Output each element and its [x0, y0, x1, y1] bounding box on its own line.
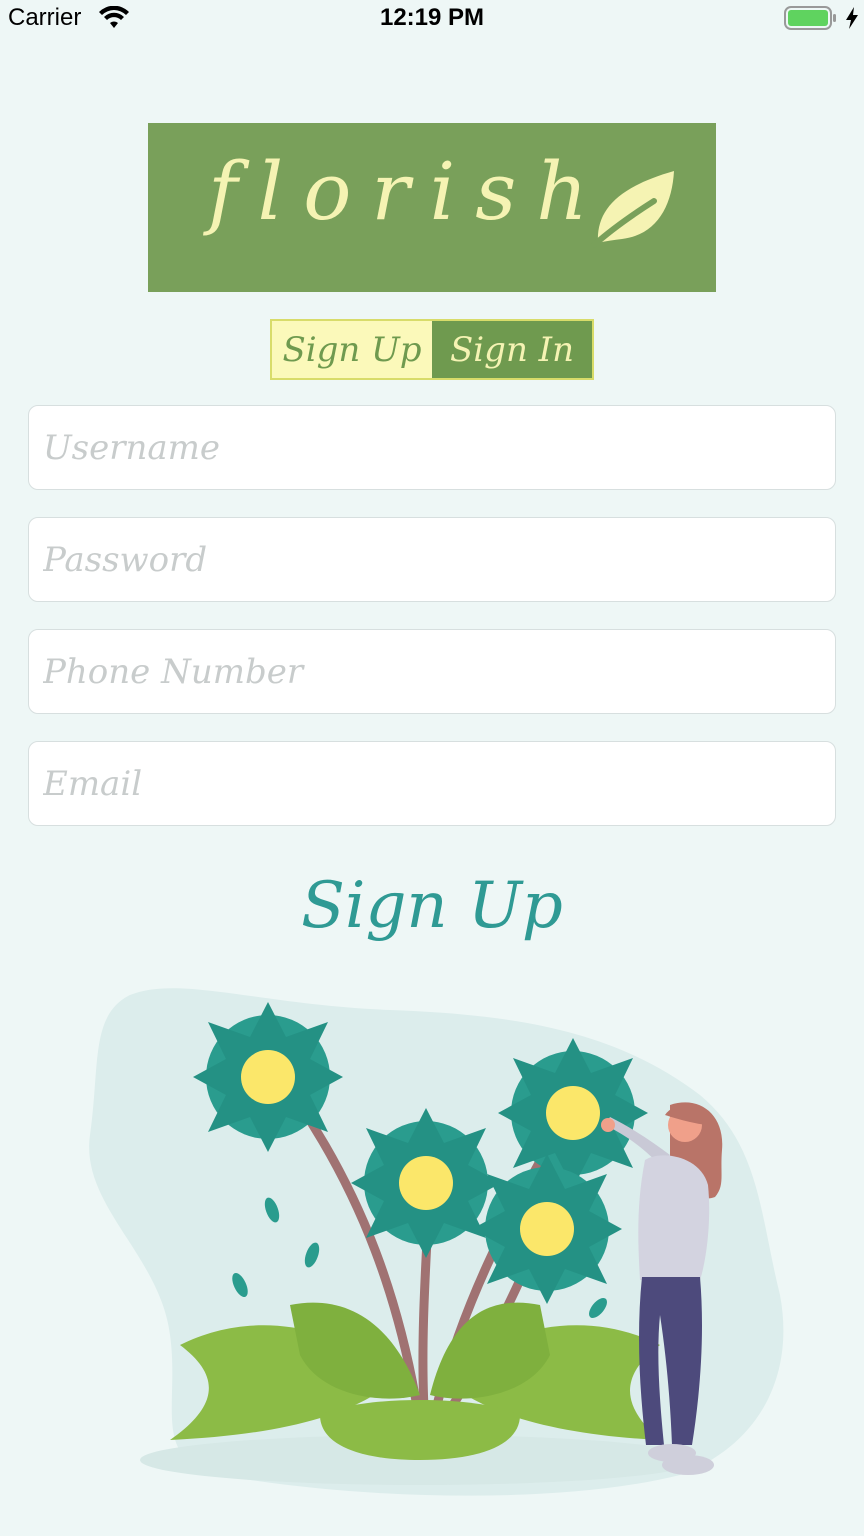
logo-text: florish [208, 145, 608, 238]
charging-icon [846, 7, 858, 29]
email-field[interactable] [28, 741, 836, 826]
tab-sign-up[interactable]: Sign Up [272, 321, 432, 378]
woman-picking-flowers-illustration [89, 988, 784, 1496]
phone-number-field[interactable] [28, 629, 836, 714]
password-field[interactable] [28, 517, 836, 602]
username-field[interactable] [28, 405, 836, 490]
battery-icon [784, 6, 836, 30]
app-logo: florish [148, 123, 716, 292]
clock: 12:19 PM [379, 4, 485, 31]
sign-up-button[interactable]: Sign Up [0, 856, 864, 956]
tab-sign-in[interactable]: Sign In [432, 321, 592, 378]
status-bar: Carrier 12:19 PM [0, 0, 864, 40]
auth-mode-toggle: Sign Up Sign In [270, 319, 594, 380]
leaf-icon [591, 171, 674, 248]
